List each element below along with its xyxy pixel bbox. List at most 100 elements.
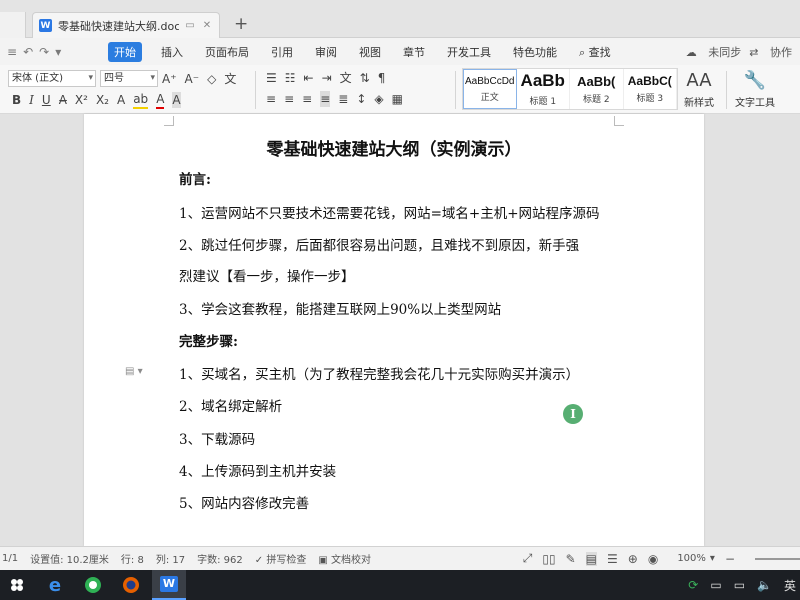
volume-icon[interactable]: 🔈 — [757, 578, 772, 592]
sync-status[interactable]: ☁ 未同步 — [686, 44, 742, 60]
menu-section[interactable]: 章节 — [403, 44, 425, 60]
collaborate-label: 协作 — [770, 46, 792, 59]
chinese-layout-icon[interactable]: 文 — [340, 70, 352, 86]
undo-icon[interactable]: ↶ — [23, 45, 33, 59]
grow-font-icon[interactable]: A⁺ — [162, 71, 177, 87]
text-effect-button[interactable]: A — [117, 92, 125, 108]
font-name-select[interactable]: 宋体 (正文) — [8, 70, 96, 87]
shrink-font-icon[interactable]: A⁻ — [185, 71, 200, 87]
zoom-out-icon[interactable]: − — [725, 552, 735, 566]
align-center-icon[interactable]: ≡ — [284, 91, 294, 107]
subscript-button[interactable]: X₂ — [96, 92, 109, 108]
style-heading-3[interactable]: AaBbC( 标题 3 — [624, 69, 677, 109]
menu-review[interactable]: 审阅 — [315, 44, 337, 60]
clear-format-icon[interactable]: ◇ — [207, 71, 216, 87]
font-size-select[interactable]: 四号 — [100, 70, 158, 87]
paragraph-marker-icon[interactable]: ▤ ▾ — [125, 366, 143, 377]
menu-references[interactable]: 引用 — [271, 44, 293, 60]
line-spacing-icon[interactable]: ↕ — [356, 91, 366, 107]
char-shading-button[interactable]: A — [172, 92, 181, 108]
page-indicator[interactable]: 1/1 — [2, 553, 18, 564]
zoom-level[interactable]: 100% — [677, 553, 706, 564]
ime-indicator[interactable]: 英 — [784, 577, 796, 594]
reading-mode-icon[interactable]: ▯▯ — [542, 552, 555, 566]
doc-paragraph: 前言: — [179, 172, 211, 188]
align-right-icon[interactable]: ≡ — [302, 91, 312, 107]
style-normal[interactable]: AaBbCcDd 正文 — [463, 69, 517, 109]
close-icon[interactable]: ✕ — [201, 20, 213, 32]
doc-paragraph: 1、买域名，买主机（为了教程完整我会花几十元实际购买并演示） — [179, 367, 580, 383]
fit-page-icon[interactable]: ⤢ — [523, 551, 533, 566]
redo-icon[interactable]: ↷ — [39, 45, 49, 59]
ribbon-toolbar: 宋体 (正文) 四号 A⁺ A⁻ ◇ 文 B I U A̶ X² X₂ A ab… — [0, 65, 800, 114]
spell-check-button[interactable]: ✓ 拼写检查 — [255, 551, 307, 566]
sync-tray-icon[interactable]: ⟳ — [688, 578, 698, 592]
numbered-list-icon[interactable]: ☷ — [285, 70, 296, 86]
style-gallery: AaBbCcDd 正文 AaBb 标题 1 AaBb( 标题 2 AaBbC( … — [462, 68, 678, 110]
zoom-chevron-icon[interactable]: ▾ — [710, 553, 715, 564]
text-tool-button[interactable]: 🔧 文字工具 — [735, 70, 775, 109]
menu-features[interactable]: 特色功能 — [513, 44, 557, 60]
wps-writer-icon: W — [39, 19, 52, 32]
highlight-color-button[interactable]: ab — [133, 91, 149, 109]
underline-button[interactable]: U — [42, 92, 51, 108]
document-title: 零基础快速建站大纲（实例演示） — [266, 140, 522, 160]
menu-home[interactable]: 开始 — [108, 41, 142, 62]
chevron-down-icon[interactable]: ▾ — [55, 45, 61, 59]
web-view-icon[interactable]: ⊕ — [628, 552, 638, 566]
firefox-button[interactable] — [114, 570, 148, 600]
outline-view-icon[interactable]: ☰ — [607, 552, 618, 566]
increase-indent-icon[interactable]: ⇥ — [322, 70, 332, 86]
document-area[interactable]: 零基础快速建站大纲（实例演示） 前言: 1、运营网站不只要技术还需要花钱，网站=… — [0, 114, 800, 546]
borders-icon[interactable]: ▦ — [392, 91, 403, 107]
home-tab[interactable] — [0, 12, 26, 38]
text-tool-label: 文字工具 — [735, 98, 775, 109]
wps-writer-button[interactable]: W — [152, 570, 186, 600]
wps-writer-taskbar-icon: W — [160, 576, 178, 592]
font-color-button[interactable]: A — [156, 91, 165, 109]
menu-view[interactable]: 视图 — [359, 44, 381, 60]
decrease-indent-icon[interactable]: ⇤ — [304, 70, 314, 86]
tray-icon[interactable]: ▭ — [710, 578, 721, 592]
style-normal-sample: AaBbCcDd — [465, 75, 515, 87]
menu-insert[interactable]: 插入 — [161, 44, 183, 60]
wrench-icon: 🔧 — [743, 70, 767, 91]
collaborate-button[interactable]: ⇄ 协作 — [749, 44, 792, 60]
distributed-icon[interactable]: ≣ — [338, 91, 348, 107]
show-marks-icon[interactable]: ¶ — [378, 70, 386, 86]
search-button[interactable]: ⌕ 查找 — [579, 44, 611, 60]
new-style-button[interactable]: AA 新样式 — [684, 70, 714, 109]
eye-protection-icon[interactable]: ◉ — [648, 552, 658, 566]
strikethrough-button[interactable]: A̶ — [59, 92, 67, 108]
menu-icon[interactable]: ≡ — [7, 45, 17, 59]
window-icon[interactable]: ▭ — [184, 20, 196, 32]
page-view-icon[interactable]: ▤ — [585, 551, 597, 566]
edge-browser-button[interactable]: e — [38, 570, 72, 600]
superscript-button[interactable]: X² — [75, 92, 88, 108]
zoom-slider[interactable] — [755, 557, 800, 560]
style-heading-2[interactable]: AaBb( 标题 2 — [570, 69, 624, 109]
menu-page-layout[interactable]: 页面布局 — [205, 44, 249, 60]
bullet-list-icon[interactable]: ☰ — [266, 70, 277, 86]
doc-proof-button[interactable]: ▣ 文档校对 — [318, 551, 371, 566]
app-button[interactable] — [76, 570, 110, 600]
shading-icon[interactable]: ◈ — [374, 91, 383, 107]
edit-mode-icon[interactable]: ✎ — [566, 552, 576, 566]
menu-bar: ≡ ↶ ↷ ▾ 开始 插入 页面布局 引用 审阅 视图 章节 开发工具 特色功能… — [0, 38, 800, 65]
style-heading-1-sample: AaBb — [520, 71, 565, 90]
start-button[interactable] — [0, 570, 34, 600]
sync-status-label: 未同步 — [708, 46, 742, 59]
word-count[interactable]: 字数: 962 — [197, 551, 243, 566]
justify-icon[interactable]: ≡ — [320, 91, 331, 107]
align-left-icon[interactable]: ≡ — [266, 91, 276, 107]
network-icon[interactable]: ▭ — [734, 578, 745, 592]
sort-icon[interactable]: ⇅ — [360, 70, 370, 86]
document-tab[interactable]: W 零基础快速建站大纲.docx ▭ ✕ — [32, 12, 220, 38]
italic-button[interactable]: I — [29, 92, 34, 108]
bold-button[interactable]: B — [12, 92, 21, 108]
style-heading-1[interactable]: AaBb 标题 1 — [517, 69, 570, 109]
new-tab-button[interactable]: + — [234, 15, 248, 33]
document-page[interactable]: 零基础快速建站大纲（实例演示） 前言: 1、运营网站不只要技术还需要花钱，网站=… — [84, 114, 704, 546]
phonetic-icon[interactable]: 文 — [224, 71, 236, 87]
menu-developer[interactable]: 开发工具 — [447, 44, 491, 60]
